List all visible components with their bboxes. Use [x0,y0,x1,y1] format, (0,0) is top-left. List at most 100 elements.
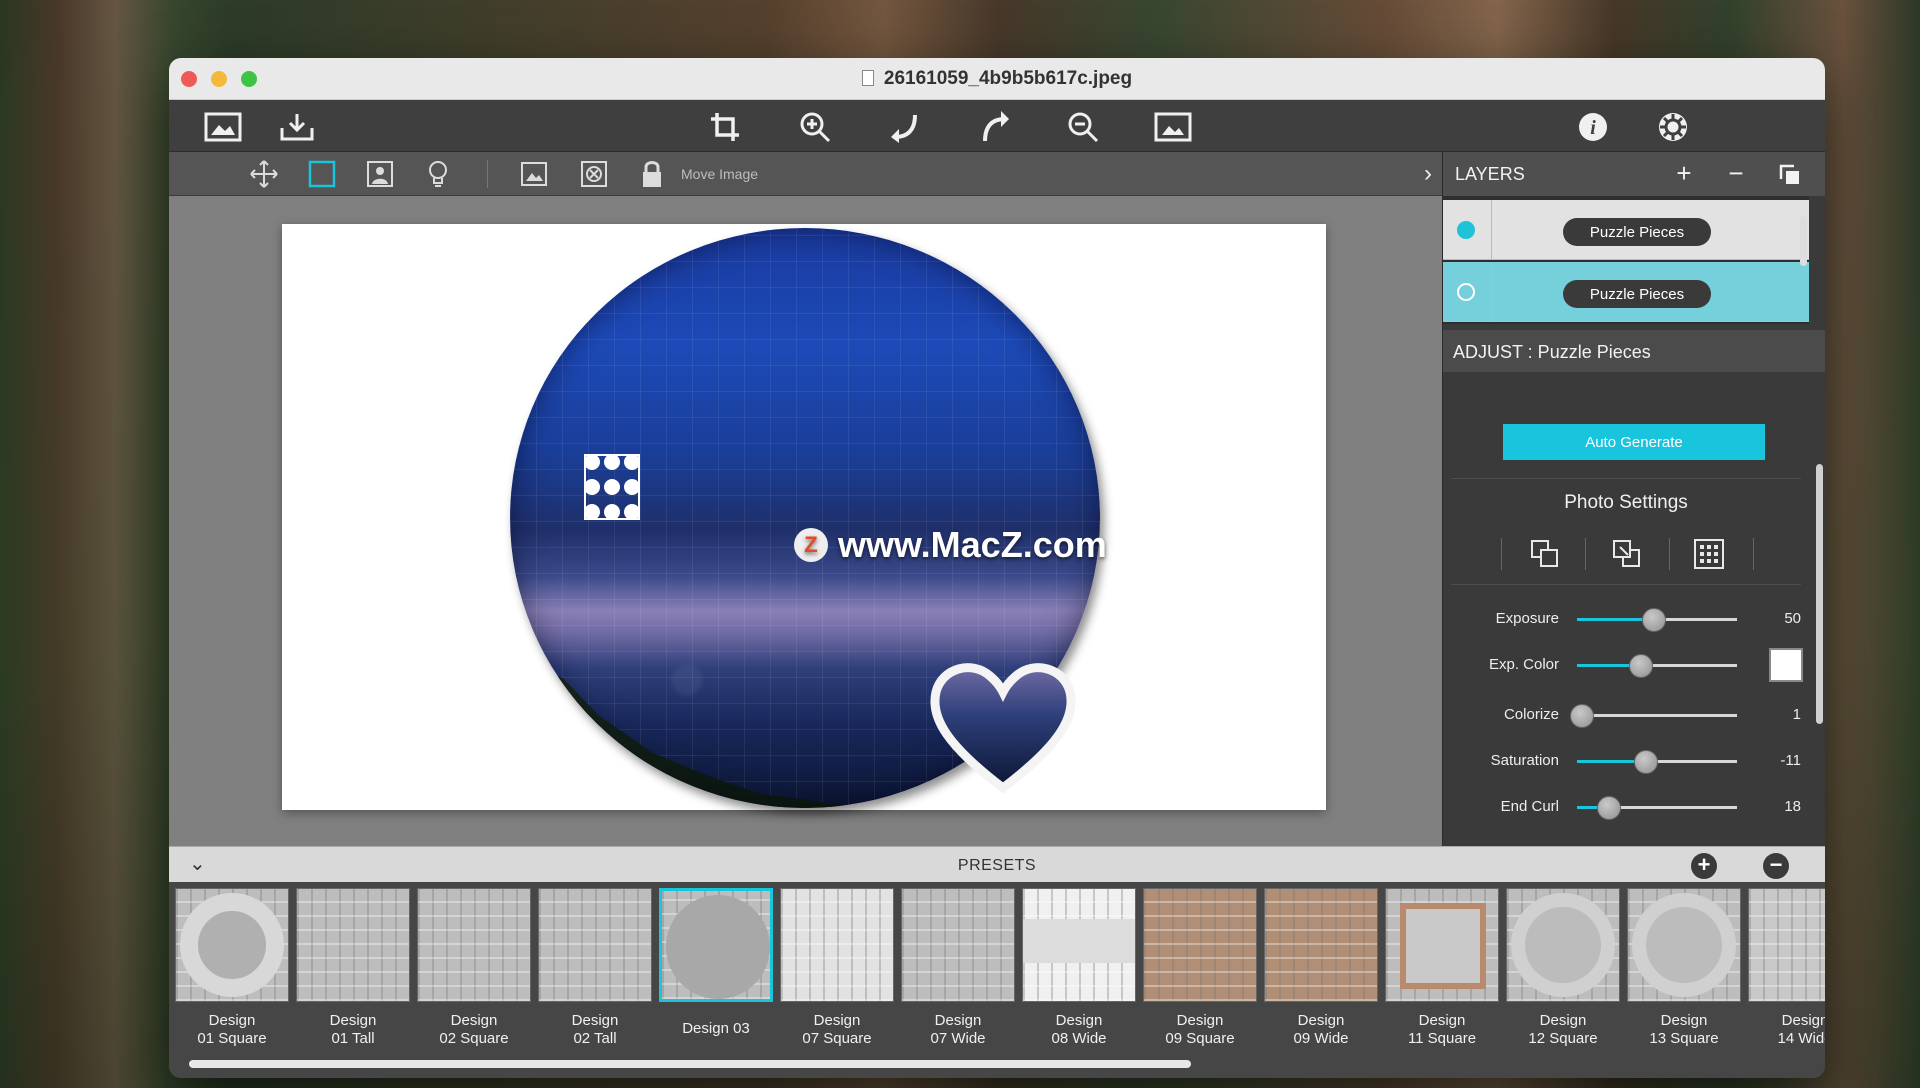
preset-item[interactable]: Design 01 Tall [296,888,410,1052]
thumbnail-pattern [297,889,409,1001]
image-layer-icon [521,162,547,186]
preset-label: Design 14 Wide [1777,1012,1825,1047]
preset-thumbnail[interactable] [538,888,652,1002]
preset-item[interactable]: Design 07 Wide [901,888,1015,1052]
preset-thumbnail[interactable] [1748,888,1825,1002]
fit-image-button[interactable] [1153,110,1193,144]
move-tool-button[interactable] [247,158,281,190]
preset-thumbnail[interactable] [780,888,894,1002]
auto-generate-button[interactable]: Auto Generate [1503,424,1765,460]
presets-header: ⌄ PRESETS + − [169,846,1825,882]
layers-title: LAYERS [1455,164,1525,184]
preset-thumbnail[interactable] [659,888,773,1002]
layers-scrollbar[interactable] [1800,216,1807,266]
portrait-select-button[interactable] [363,158,397,190]
info-button[interactable]: i [1573,110,1613,144]
layer-visibility-toggle[interactable] [1457,283,1475,301]
remove-layer-button[interactable]: − [1721,158,1751,189]
preset-item[interactable]: Design 09 Square [1143,888,1257,1052]
preset-item[interactable]: Design 14 Wide [1748,888,1825,1052]
portrait-select-icon [367,161,393,187]
document-icon [861,70,874,86]
preset-item[interactable]: Design 09 Wide [1264,888,1378,1052]
slider-knob[interactable] [1633,750,1658,774]
slider-knob[interactable] [1641,608,1666,632]
title-bar: 26161059_4b9b5b617c.jpeg [169,58,1825,100]
slider-knob[interactable] [1569,704,1594,728]
slider-value: 50 [1784,610,1801,627]
chevron-right-icon[interactable]: › [1424,160,1432,188]
layer-row-selected[interactable]: Puzzle Pieces [1443,262,1809,322]
preset-item[interactable]: Design 02 Square [417,888,531,1052]
lock-button[interactable] [635,158,669,190]
preset-item[interactable]: Design 07 Square [780,888,894,1052]
preset-thumbnail[interactable] [1022,888,1136,1002]
slider-label: Exp. Color [1488,656,1559,673]
layer-divider [1491,200,1492,260]
exposure-slider[interactable] [1577,608,1737,632]
remove-preset-button[interactable]: − [1763,853,1789,879]
grid-button[interactable] [1689,534,1729,574]
image-layer-button[interactable] [517,158,551,190]
adjust-scrollbar[interactable] [1816,464,1823,724]
slider-value: -11 [1780,752,1801,769]
preset-item[interactable]: Design 11 Square [1385,888,1499,1052]
lightbulb-button[interactable] [421,158,455,190]
zoom-out-button[interactable] [1063,110,1103,144]
clear-layer-button[interactable] [577,158,611,190]
select-rect-tool-button[interactable] [305,158,339,190]
preset-thumbnail[interactable] [1264,888,1378,1002]
duplicate-layer-button[interactable] [1775,162,1805,193]
save-button[interactable] [277,110,317,144]
preset-thumbnail[interactable] [175,888,289,1002]
bring-forward-icon [1613,540,1640,567]
window-title-text: 26161059_4b9b5b617c.jpeg [883,68,1133,89]
grid-handle-icon[interactable] [582,452,642,522]
puzzle-canvas[interactable]: Z www.MacZ.com [282,224,1326,810]
preset-thumbnail[interactable] [1506,888,1620,1002]
preset-thumbnail[interactable] [1627,888,1741,1002]
rotate-left-button[interactable] [885,110,925,144]
preset-item[interactable]: Design 02 Tall [538,888,652,1052]
preset-item[interactable]: Design 08 Wide [1022,888,1136,1052]
exp-color-slider[interactable] [1577,654,1737,678]
colorize-slider[interactable] [1569,704,1737,728]
preset-item[interactable]: Design 01 Square [175,888,289,1052]
layer-back-button[interactable] [1525,534,1565,574]
slider-knob[interactable] [1597,796,1621,820]
layer-name: Puzzle Pieces [1563,280,1711,308]
info-icon: i [1579,113,1607,141]
tool-hint-label: Move Image [681,166,759,182]
saturation-slider[interactable] [1577,750,1737,774]
preset-thumbnail[interactable] [1385,888,1499,1002]
add-preset-button[interactable]: + [1691,853,1717,879]
preset-thumbnail[interactable] [296,888,410,1002]
layer-visibility-toggle[interactable] [1457,221,1475,239]
thumbnail-circle [1632,893,1736,997]
preset-thumbnail[interactable] [901,888,1015,1002]
presets-scrollbar[interactable] [189,1060,1191,1068]
zoom-in-button[interactable] [795,110,835,144]
preset-item[interactable]: Design 12 Square [1506,888,1620,1052]
slider-label: End Curl [1500,798,1559,815]
preset-item[interactable]: Design 13 Square [1627,888,1741,1052]
slider-knob[interactable] [1629,654,1653,678]
tool-divider [1585,538,1586,570]
layer-front-button[interactable] [1607,534,1647,574]
thumbnail-pattern [902,889,1014,1001]
end-curl-slider-row: End Curl 18 [1443,790,1809,824]
rotate-right-button[interactable] [975,110,1015,144]
canvas-area[interactable]: Z www.MacZ.com [169,196,1442,846]
settings-button[interactable] [1653,110,1693,144]
add-layer-button[interactable]: + [1669,158,1699,189]
exp-color-swatch[interactable] [1769,648,1803,682]
open-image-button[interactable] [203,110,243,144]
preset-thumbnail[interactable] [417,888,531,1002]
presets-strip: Design 01 Square Design 01 Tall Design 02 … [169,882,1825,1078]
heart-piece-icon[interactable] [928,656,1078,796]
end-curl-slider[interactable] [1577,796,1737,820]
preset-thumbnail[interactable] [1143,888,1257,1002]
crop-button[interactable] [705,110,745,144]
layer-row[interactable]: Puzzle Pieces [1443,200,1809,260]
preset-item[interactable]: Design 03 [659,888,773,1052]
